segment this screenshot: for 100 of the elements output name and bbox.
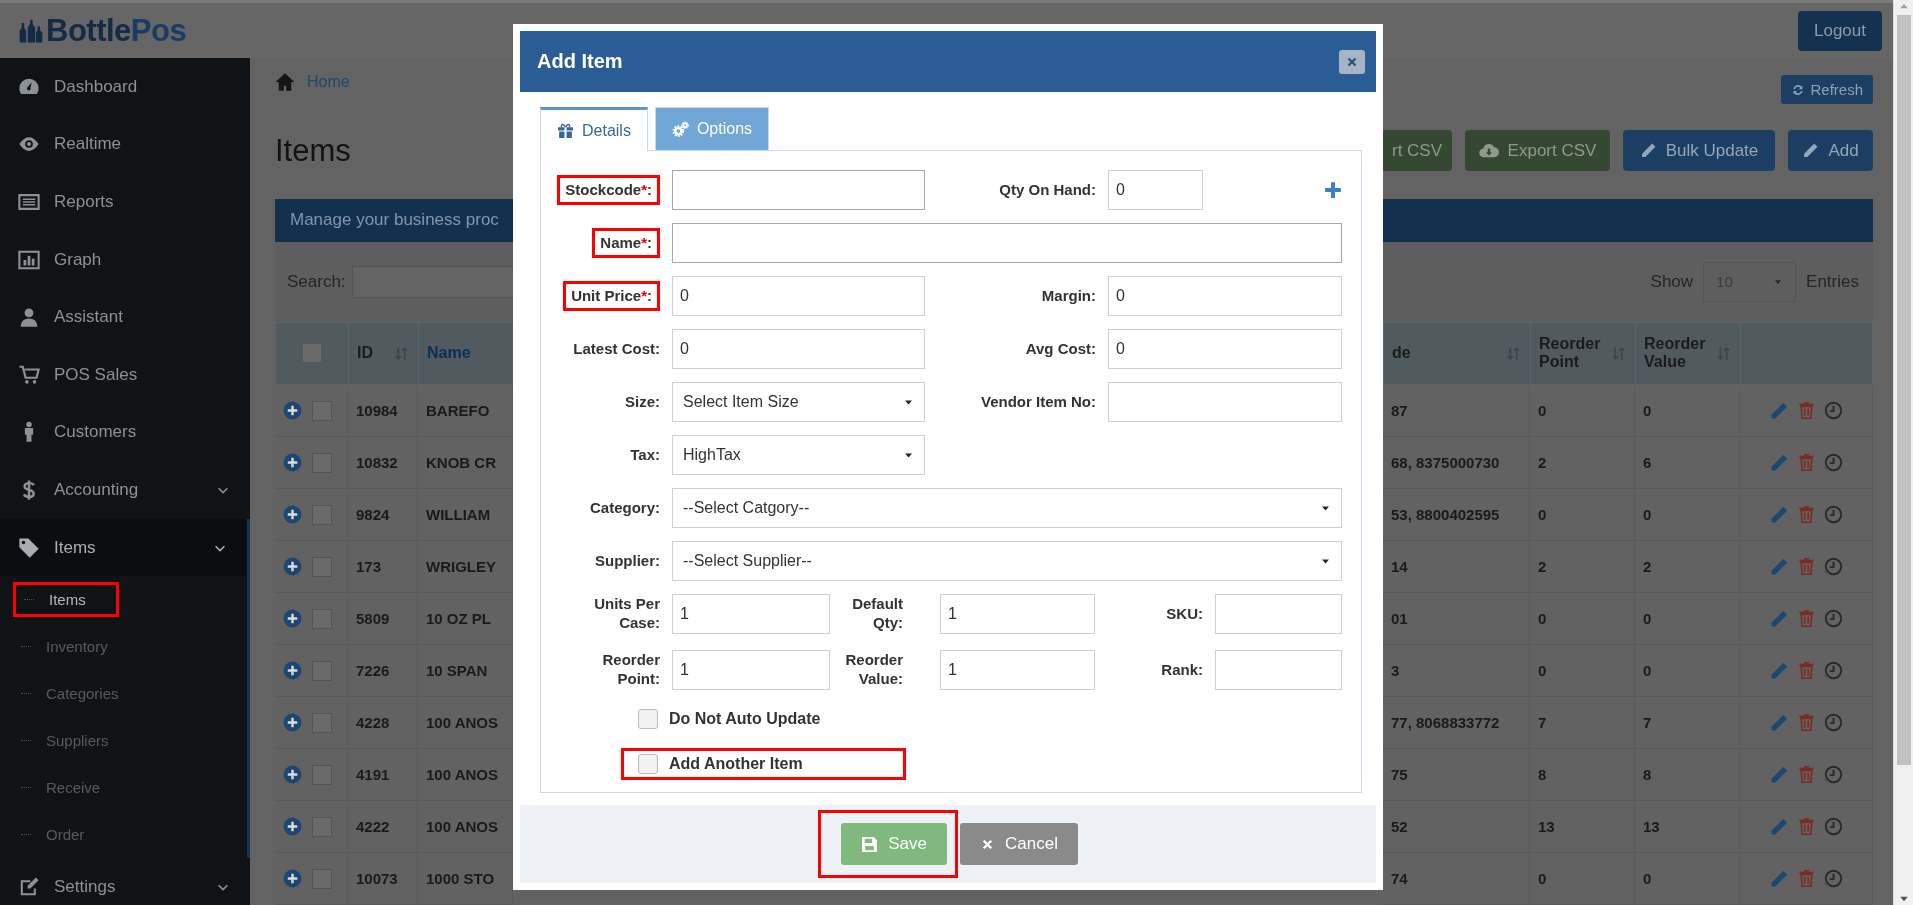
text-field[interactable]: 1	[672, 594, 830, 634]
text-field[interactable]: 1	[940, 594, 1095, 634]
list-icon	[18, 191, 40, 213]
sidebar-item[interactable]: Graph	[0, 230, 250, 289]
gift-icon	[557, 122, 574, 139]
text-field[interactable]	[1215, 594, 1342, 634]
clock-icon[interactable]	[1824, 817, 1843, 836]
bottles-icon	[18, 17, 44, 44]
page-title: Items	[275, 132, 351, 169]
dropdown[interactable]: --Select Catgory--	[672, 488, 1342, 528]
text-field[interactable]	[1108, 382, 1342, 422]
edit-button[interactable]: Add	[1788, 130, 1873, 172]
tab[interactable]: Details	[540, 107, 648, 151]
expand-icon[interactable]	[283, 609, 302, 628]
submenu-item[interactable]: Items	[16, 585, 116, 615]
checkbox[interactable]	[638, 709, 658, 729]
field-label: Supplier:	[595, 551, 660, 571]
pencil-icon[interactable]	[1769, 400, 1789, 421]
pencil-icon[interactable]	[1769, 660, 1789, 681]
field-label: Category:	[590, 498, 660, 518]
tag-icon	[18, 536, 40, 559]
trash-icon[interactable]	[1797, 817, 1816, 836]
dropdown[interactable]: --Select Supplier--	[672, 541, 1342, 581]
expand-icon[interactable]	[283, 453, 302, 472]
home-icon	[275, 71, 295, 92]
trash-icon[interactable]	[1797, 869, 1816, 888]
dropdown[interactable]: Select Item Size	[672, 382, 925, 422]
text-field[interactable]: 1	[672, 650, 830, 690]
text-field[interactable]: 0	[1108, 276, 1342, 316]
trash-icon[interactable]	[1797, 609, 1816, 628]
save-icon	[861, 835, 879, 853]
expand-icon[interactable]	[283, 661, 302, 680]
expand-icon[interactable]	[283, 713, 302, 732]
text-field[interactable]: 0	[672, 276, 925, 316]
scrollbar[interactable]	[1893, 0, 1913, 905]
trash-icon[interactable]	[1797, 661, 1816, 680]
trash-icon[interactable]	[1797, 401, 1816, 420]
export-button[interactable]: Export CSV	[1465, 130, 1610, 172]
edit-button[interactable]: Bulk Update	[1623, 130, 1775, 172]
trash-icon[interactable]	[1797, 505, 1816, 524]
add-button[interactable]	[1324, 181, 1342, 199]
trash-icon[interactable]	[1797, 557, 1816, 576]
checkbox-label[interactable]: Do Not Auto Update	[669, 710, 821, 728]
pencil-icon[interactable]	[1769, 608, 1789, 629]
trash-icon[interactable]	[1797, 453, 1816, 472]
clock-icon[interactable]	[1824, 453, 1843, 472]
clock-icon[interactable]	[1824, 661, 1843, 680]
clock-icon[interactable]	[1824, 869, 1843, 888]
sidebar-item[interactable]: Items	[0, 518, 247, 577]
sidebar-item[interactable]: Accounting	[0, 461, 250, 519]
trash-icon[interactable]	[1797, 713, 1816, 732]
trash-icon[interactable]	[1797, 765, 1816, 784]
bar-chart-icon	[18, 248, 40, 271]
text-field[interactable]	[672, 170, 925, 210]
table-cell: 0	[1635, 853, 1740, 905]
gears-icon	[671, 120, 689, 138]
import-button[interactable]: rt CSV	[1382, 130, 1452, 172]
sidebar-item[interactable]: POS Sales	[0, 345, 250, 404]
clock-icon[interactable]	[1824, 609, 1843, 628]
sidebar-item[interactable]: Assistant	[0, 288, 250, 346]
expand-icon[interactable]	[283, 557, 302, 576]
close-button[interactable]	[1339, 49, 1365, 74]
scrollbar-thumb[interactable]	[1896, 15, 1911, 765]
text-field[interactable]	[672, 223, 1342, 263]
expand-icon[interactable]	[283, 765, 302, 784]
text-field[interactable]: 0	[1108, 170, 1203, 210]
expand-icon[interactable]	[283, 401, 302, 420]
sidebar-item[interactable]: Realtime	[0, 115, 250, 174]
field-label: Stockcode*:	[564, 179, 653, 200]
clock-icon[interactable]	[1824, 505, 1843, 524]
field-label: Vendor Item No:	[981, 392, 1096, 412]
pencil-icon[interactable]	[1769, 556, 1789, 577]
text-field[interactable]: 0	[672, 329, 925, 369]
text-field[interactable]: 0	[1108, 329, 1342, 369]
refresh-button[interactable]: Refresh	[1781, 75, 1873, 105]
sidebar-item[interactable]: Customers	[0, 403, 250, 462]
cancel-button[interactable]: Cancel	[960, 823, 1078, 865]
clock-icon[interactable]	[1824, 765, 1843, 784]
pencil-icon[interactable]	[1769, 504, 1789, 525]
expand-icon[interactable]	[283, 817, 302, 836]
sidebar-item[interactable]: Settings	[0, 858, 250, 905]
sidebar-item[interactable]: Dashboard	[0, 58, 250, 116]
checkbox-label[interactable]: Add Another Item	[669, 755, 803, 773]
logout-button[interactable]: Logout	[1798, 10, 1882, 51]
clock-icon[interactable]	[1824, 401, 1843, 420]
pencil-icon[interactable]	[1769, 712, 1789, 733]
dropdown[interactable]: HighTax	[672, 435, 925, 475]
text-field[interactable]: 1	[940, 650, 1095, 690]
expand-icon[interactable]	[283, 869, 302, 888]
pencil-icon[interactable]	[1769, 764, 1789, 785]
expand-icon[interactable]	[283, 505, 302, 524]
pencil-icon[interactable]	[1769, 868, 1789, 889]
pencil-icon[interactable]	[1769, 452, 1789, 473]
text-field[interactable]	[1215, 650, 1342, 690]
sidebar-item[interactable]: Reports	[0, 173, 250, 231]
pencil-icon[interactable]	[1769, 816, 1789, 837]
checkbox[interactable]	[302, 343, 322, 364]
checkbox[interactable]	[638, 754, 658, 774]
clock-icon[interactable]	[1824, 557, 1843, 576]
clock-icon[interactable]	[1824, 713, 1843, 732]
